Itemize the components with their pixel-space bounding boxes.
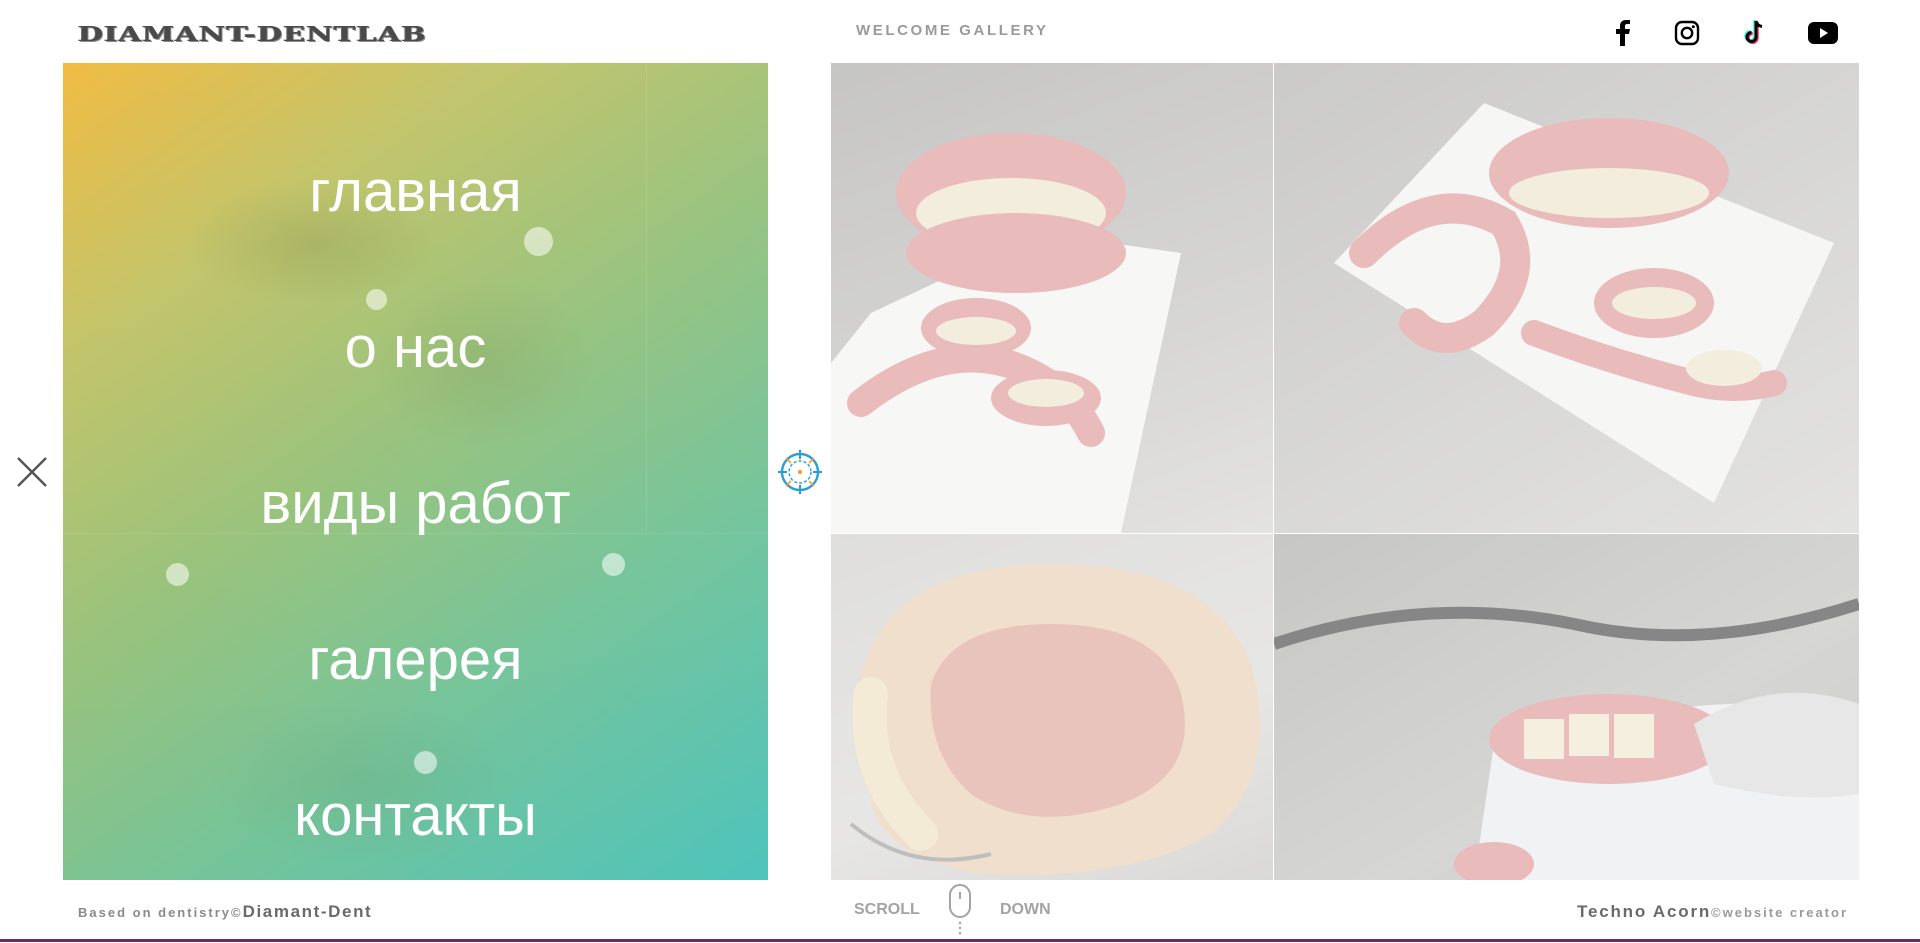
gallery-image[interactable] bbox=[831, 534, 1273, 880]
footer-brand[interactable]: Diamant-Dent bbox=[243, 902, 373, 921]
welcome-gallery-label: WELCOME GALLERY bbox=[856, 22, 1049, 39]
menu-item-gallery[interactable]: галерея bbox=[63, 625, 768, 695]
menu-item-contacts[interactable]: контакты bbox=[63, 781, 768, 851]
instagram-icon[interactable] bbox=[1668, 14, 1706, 52]
image-overlay bbox=[831, 534, 1273, 880]
tiktok-icon[interactable] bbox=[1735, 14, 1773, 52]
menu-panel: главная о нас виды работ галерея контакт… bbox=[63, 63, 768, 880]
footer-credit-brand[interactable]: Techno Acorn bbox=[1577, 902, 1711, 921]
gallery-grid bbox=[831, 63, 1859, 880]
image-overlay bbox=[831, 63, 1273, 533]
image-overlay bbox=[1274, 534, 1859, 880]
footer-credit: Techno Acorn©website creator bbox=[1577, 902, 1848, 922]
menu-item-about[interactable]: о нас bbox=[63, 313, 768, 383]
crosshair-icon[interactable] bbox=[778, 450, 822, 494]
facebook-icon[interactable] bbox=[1604, 14, 1642, 52]
site-logo[interactable]: DIAMANT-DENTLAB bbox=[78, 20, 427, 49]
footer-copyright: Based on dentistry©Diamant-Dent bbox=[78, 902, 372, 922]
close-menu-button[interactable] bbox=[15, 455, 49, 489]
scroll-label: SCROLL bbox=[854, 901, 920, 918]
footer-credit-text: ©website creator bbox=[1711, 905, 1848, 920]
main-menu: главная о нас виды работ галерея контакт… bbox=[63, 63, 768, 880]
gallery-image[interactable] bbox=[1274, 534, 1859, 880]
gallery-image[interactable] bbox=[831, 63, 1273, 533]
mouse-scroll-icon[interactable] bbox=[947, 883, 973, 939]
footer-copyright-text: Based on dentistry© bbox=[78, 905, 243, 920]
menu-item-services[interactable]: виды работ bbox=[63, 469, 768, 539]
image-overlay bbox=[1274, 63, 1859, 533]
menu-item-home[interactable]: главная bbox=[63, 157, 768, 227]
down-label: DOWN bbox=[1000, 901, 1051, 918]
youtube-icon[interactable] bbox=[1804, 14, 1842, 52]
gallery-image[interactable] bbox=[1274, 63, 1859, 533]
close-icon bbox=[17, 457, 47, 487]
